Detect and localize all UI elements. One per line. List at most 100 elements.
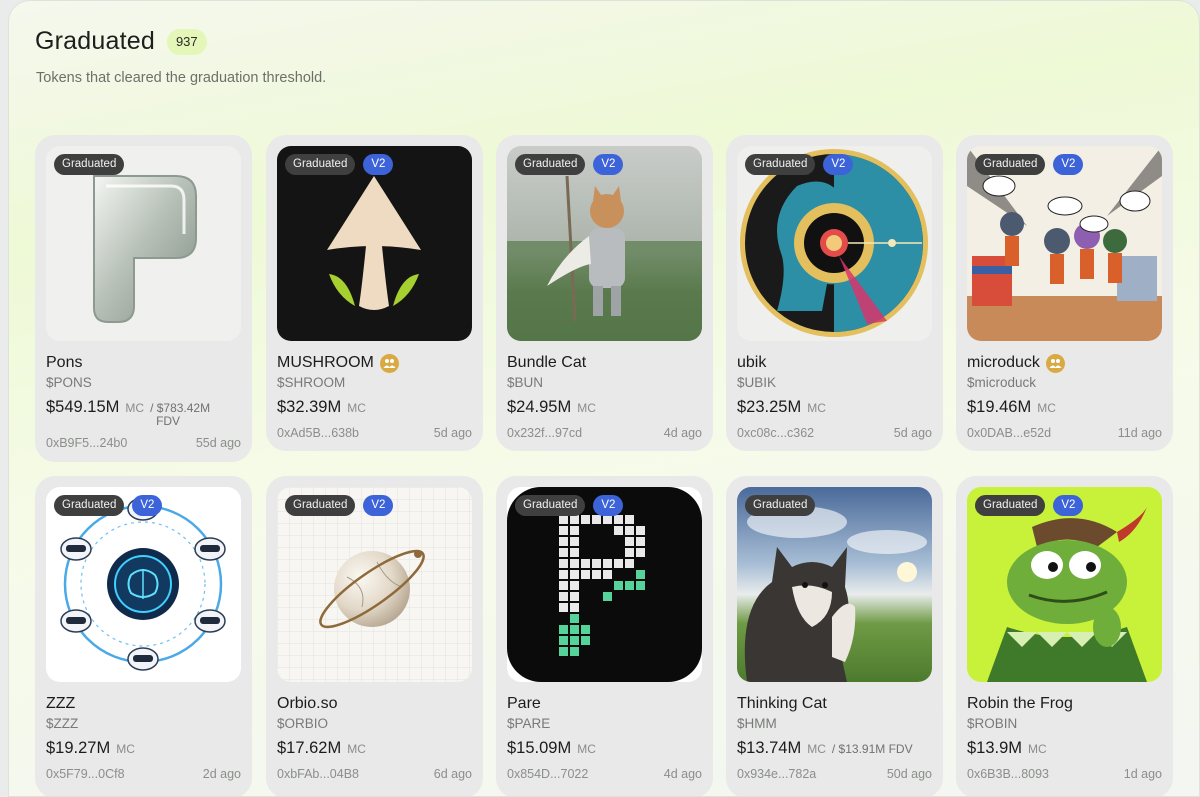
v2-badge: V2 [823,154,854,175]
pare-pixel-icon [507,487,702,682]
market-cap: $549.15M [46,398,120,416]
token-age: 5d ago [893,426,932,440]
contract-address[interactable]: 0x854D...7022 [507,767,588,781]
token-name[interactable]: Pons [46,354,82,372]
token-name[interactable]: microduck [967,354,1040,372]
v2-badge: V2 [363,154,394,175]
token-image-orbio: Graduated V2 [277,487,472,682]
graduated-badge: Graduated [745,154,816,175]
market-cap: $24.95M [507,398,572,416]
knight-cat-image [507,175,702,341]
market-cap: $13.9M [967,739,1023,757]
token-ticker: $BUN [507,375,544,390]
token-card-thinking-cat[interactable]: Graduated Thinking Cat $HMM $13.74M MC /… [726,476,943,796]
microduck-comic-image [967,146,1162,341]
brain-robots-icon [60,497,226,671]
graduated-badge: Graduated [515,154,586,175]
token-name[interactable]: ZZZ [46,695,75,713]
token-age: 4d ago [663,426,702,440]
v2-badge: V2 [593,495,624,516]
graduated-badge: Graduated [285,154,356,175]
token-age: 1d ago [1123,767,1162,781]
v2-badge: V2 [593,154,624,175]
fdv-value: / $13.91M FDV [831,742,913,756]
contract-address[interactable]: 0x232f...97cd [507,426,582,440]
v2-badge: V2 [1053,495,1084,516]
mc-label: MC [347,742,366,756]
graduated-panel: Graduated 937 Tokens that cleared the gr… [8,0,1200,797]
token-card-ubik[interactable]: Graduated V2 ubik $UBIK $23.25M MC 0xc08… [726,135,943,451]
token-image-thinking-cat: Graduated [737,487,932,682]
community-icon [379,353,399,373]
token-image-robin-the-frog: Graduated V2 [967,487,1162,682]
token-card-pare[interactable]: Graduated V2 Pare $PARE $15.09M MC 0x854… [496,476,713,796]
contract-address[interactable]: 0x934e...782a [737,767,816,781]
market-cap: $19.27M [46,739,111,757]
token-age: 55d ago [195,436,241,450]
mc-label: MC [1028,742,1047,756]
token-name[interactable]: MUSHROOM [277,354,374,372]
token-age: 2d ago [202,767,241,781]
token-card-robin-the-frog[interactable]: Graduated V2 Robin the Frog $ROBIN $13.9… [956,476,1173,796]
contract-address[interactable]: 0xAd5B...638b [277,426,359,440]
page-title: Graduated [35,27,155,55]
token-age: 11d ago [1117,426,1162,440]
mc-label: MC [125,401,145,415]
token-image-ubik: Graduated V2 [737,146,932,341]
mc-label: MC [807,742,826,756]
token-card-mushroom[interactable]: Graduated V2 MUSHROOM $SHROOM $32.39M MC… [266,135,483,451]
token-image-pare: Graduated V2 [507,487,702,682]
contract-address[interactable]: 0x0DAB...e52d [967,426,1051,440]
mc-label: MC [116,742,135,756]
contract-address[interactable]: 0xB9F5...24b0 [46,436,127,450]
graduated-badge: Graduated [745,495,816,516]
token-name[interactable]: Bundle Cat [507,354,586,372]
market-cap-row: $549.15M MC / $783.42M FDV [46,398,241,428]
token-age: 50d ago [886,767,932,781]
token-name[interactable]: ubik [737,354,766,372]
token-ticker: $SHROOM [277,375,346,390]
token-name[interactable]: Pare [507,695,541,713]
v2-badge: V2 [1053,154,1084,175]
token-ticker: $ROBIN [967,716,1018,731]
contract-address[interactable]: 0xbFAb...04B8 [277,767,359,781]
market-cap: $15.09M [507,739,572,757]
token-age: 6d ago [433,767,472,781]
token-image-pons: Graduated [46,146,241,341]
fdv-amount: / $783.42M [150,401,211,415]
token-card-bundle-cat[interactable]: Graduated V2 Bundle Cat $BUN $24.95M MC … [496,135,713,451]
contract-address[interactable]: 0x6B3B...8093 [967,767,1049,781]
mushroom-logo-icon [327,176,421,310]
contract-address[interactable]: 0x5F79...0Cf8 [46,767,125,781]
mc-label: MC [577,742,596,756]
graduated-badge: Graduated [54,495,125,516]
token-card-orbio[interactable]: Graduated V2 Orbio.so $ORBIO $17.62M MC … [266,476,483,796]
contract-address[interactable]: 0xc08c...c362 [737,426,814,440]
pons-logo-icon [93,175,197,323]
token-image-zzz: Graduated V2 [46,487,241,682]
token-card-zzz[interactable]: Graduated V2 ZZZ $ZZZ $19.27M MC 0x5F79.… [35,476,252,796]
market-cap: $32.39M [277,398,342,416]
token-ticker: $PARE [507,716,551,731]
token-age: 4d ago [663,767,702,781]
community-icon [1045,353,1065,373]
v2-badge: V2 [132,495,163,516]
robin-frog-image [987,507,1147,682]
market-cap: $19.46M [967,398,1032,416]
token-name[interactable]: Orbio.so [277,695,337,713]
token-name[interactable]: Thinking Cat [737,695,827,713]
token-ticker: $PONS [46,375,92,390]
token-card-pons[interactable]: Graduated Pons $PONS $549.15M MC / $783.… [35,135,252,462]
token-ticker: $HMM [737,716,777,731]
v2-badge: V2 [363,495,394,516]
mc-label: MC [1037,401,1056,415]
token-card-microduck[interactable]: Graduated V2 microduck $microduck $19.46… [956,135,1173,451]
graduated-badge: Graduated [975,495,1046,516]
fdv-label: FDV [156,414,181,428]
token-name[interactable]: Robin the Frog [967,695,1073,713]
token-ticker: $ZZZ [46,716,79,731]
graduated-badge: Graduated [54,154,125,175]
marble-planet-icon [277,487,472,682]
token-image-microduck: Graduated V2 [967,146,1162,341]
section-subtitle: Tokens that cleared the graduation thres… [36,70,327,86]
